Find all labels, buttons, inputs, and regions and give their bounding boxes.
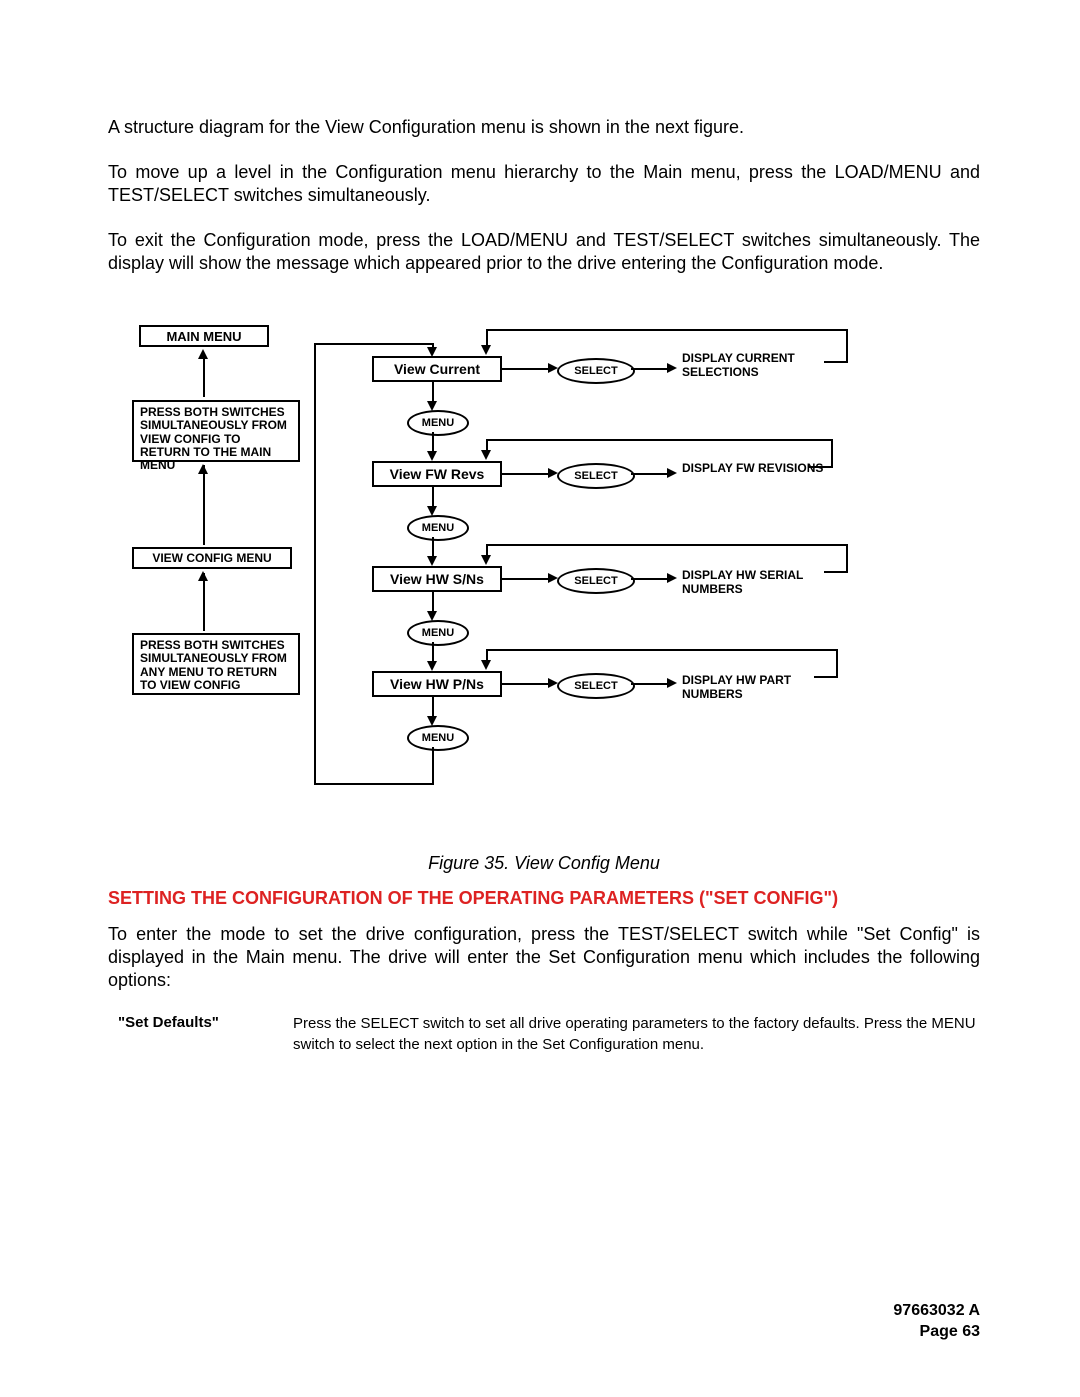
arrow-right-icon xyxy=(667,678,677,688)
line xyxy=(502,683,552,685)
select-oval: SELECT xyxy=(557,463,635,489)
line xyxy=(631,473,671,475)
arrow-down-icon xyxy=(481,450,491,460)
menu-item-box: View Current xyxy=(372,356,502,382)
line xyxy=(846,329,848,363)
arrow-down-icon xyxy=(427,661,437,671)
display-label: DISPLAY CURRENT SELECTIONS xyxy=(682,352,832,380)
option-row: "Set Defaults" Press the SELECT switch t… xyxy=(108,1014,980,1055)
arrow-down-icon xyxy=(481,345,491,355)
line xyxy=(486,329,848,331)
menu-item-box: View HW S/Ns xyxy=(372,566,502,592)
intro-paragraph-3: To exit the Configuration mode, press th… xyxy=(108,229,980,275)
menu-oval: MENU xyxy=(407,620,469,646)
note-bottom-box: PRESS BOTH SWITCHES SIMULTANEOUSLY FROM … xyxy=(132,633,300,695)
line xyxy=(814,676,838,678)
arrow-right-icon xyxy=(667,468,677,478)
menu-item-box: View HW P/Ns xyxy=(372,671,502,697)
line xyxy=(203,357,205,397)
menu-oval: MENU xyxy=(407,410,469,436)
arrow-up-icon xyxy=(198,349,208,359)
line xyxy=(631,683,671,685)
menu-oval: MENU xyxy=(407,725,469,751)
line xyxy=(410,783,434,785)
page-footer: 97663032 A Page 63 xyxy=(893,1300,980,1343)
line xyxy=(486,649,838,651)
line xyxy=(314,783,412,785)
line xyxy=(314,343,434,345)
arrow-down-icon xyxy=(481,555,491,565)
arrow-up-icon xyxy=(198,571,208,581)
line xyxy=(314,343,316,785)
view-config-diagram: MAIN MENU PRESS BOTH SWITCHES SIMULTANEO… xyxy=(114,325,974,835)
line xyxy=(631,578,671,580)
view-config-menu-box: VIEW CONFIG MENU xyxy=(132,547,292,569)
line xyxy=(203,465,205,545)
line xyxy=(502,578,552,580)
intro-paragraph-1: A structure diagram for the View Configu… xyxy=(108,116,980,139)
line xyxy=(432,747,434,785)
select-oval: SELECT xyxy=(557,358,635,384)
line xyxy=(486,544,848,546)
display-label: DISPLAY HW SERIAL NUMBERS xyxy=(682,569,842,597)
figure-caption: Figure 35. View Config Menu xyxy=(108,853,980,874)
select-oval: SELECT xyxy=(557,673,635,699)
arrow-up-icon xyxy=(198,464,208,474)
page-number: Page 63 xyxy=(893,1321,980,1343)
doc-number: 97663032 A xyxy=(893,1300,980,1322)
display-label: DISPLAY HW PART NUMBERS xyxy=(682,674,842,702)
arrow-down-icon xyxy=(481,660,491,670)
line xyxy=(486,439,833,441)
intro-paragraph-2: To move up a level in the Configuration … xyxy=(108,161,980,207)
line xyxy=(824,361,848,363)
line xyxy=(203,573,205,631)
note-top-box: PRESS BOTH SWITCHES SIMULTANEOUSLY FROM … xyxy=(132,400,300,462)
section-body: To enter the mode to set the drive confi… xyxy=(108,923,980,992)
section-heading: SETTING THE CONFIGURATION OF THE OPERATI… xyxy=(108,888,980,909)
main-menu-box: MAIN MENU xyxy=(139,325,269,347)
arrow-down-icon xyxy=(427,451,437,461)
menu-oval: MENU xyxy=(407,515,469,541)
line xyxy=(631,368,671,370)
option-label: "Set Defaults" xyxy=(108,1014,293,1055)
line xyxy=(502,368,552,370)
line xyxy=(809,466,833,468)
line xyxy=(846,544,848,573)
line xyxy=(824,571,848,573)
arrow-right-icon xyxy=(667,363,677,373)
line xyxy=(502,473,552,475)
arrow-down-icon xyxy=(427,556,437,566)
arrow-right-icon xyxy=(667,573,677,583)
line xyxy=(836,649,838,678)
menu-item-box: View FW Revs xyxy=(372,461,502,487)
select-oval: SELECT xyxy=(557,568,635,594)
line xyxy=(831,439,833,468)
option-description: Press the SELECT switch to set all drive… xyxy=(293,1014,980,1055)
display-label: DISPLAY FW REVISIONS xyxy=(682,462,832,476)
